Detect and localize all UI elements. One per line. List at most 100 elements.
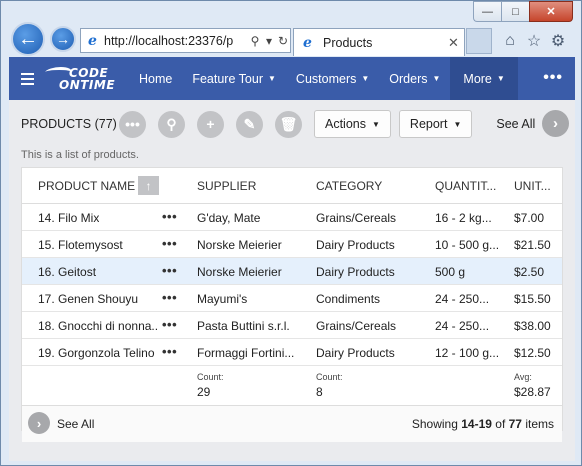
search-icon: ⚲	[166, 115, 177, 132]
maximize-button[interactable]: □	[501, 1, 529, 22]
cell-category: Grains/Cereals	[316, 211, 397, 225]
search-icon[interactable]: ⚲	[248, 34, 262, 48]
tab-close-icon[interactable]: ✕	[448, 35, 464, 51]
new-tab-button[interactable]	[466, 28, 492, 54]
nav-home[interactable]: Home	[129, 57, 182, 100]
nav-customers[interactable]: Customers ▼	[286, 57, 379, 100]
cell-quantity: 500 g	[435, 265, 466, 279]
report-button[interactable]: Report ▼	[398, 110, 473, 138]
chevron-down-icon: ▼	[453, 119, 462, 129]
add-button[interactable]: +	[197, 110, 224, 138]
table-row[interactable]: 18. Gnocchi di nonna... Pasta Buttini s.r…	[22, 312, 562, 339]
home-icon[interactable]: ⌂	[500, 31, 520, 51]
row-menu-icon[interactable]: •••	[162, 209, 177, 224]
browser-titlebar: — □ ✕ ← → e http://localhost:23376/p ⚲ ▾…	[1, 1, 581, 57]
row-menu-icon[interactable]: •••	[162, 290, 177, 305]
grid-footer: › See All Showing 14-19 of 77 items	[22, 406, 562, 442]
app-content: CODE ONTIME Home Feature Tour ▼ Customers…	[9, 57, 575, 461]
ellipsis-icon: •••	[125, 116, 140, 132]
view-selector[interactable]: PRODUCTS (77)▼	[21, 117, 128, 131]
refresh-icon[interactable]: ↻	[276, 34, 290, 48]
address-bar[interactable]: e http://localhost:23376/p ⚲ ▾ ↻	[80, 28, 291, 53]
table-row[interactable]: 19. Gorgonzola Telino Formaggi Fortini...…	[22, 339, 562, 366]
trash-icon: 🗑	[279, 115, 298, 132]
category-count-label: Count:	[316, 372, 343, 382]
row-menu-icon[interactable]: •••	[162, 263, 177, 278]
header-category[interactable]: CATEGORY	[316, 179, 382, 193]
chevron-down-icon: ▼	[432, 74, 441, 83]
cell-supplier: Pasta Buttini s.r.l.	[197, 319, 290, 333]
cell-unit-price: $38.00	[514, 319, 551, 333]
table-row[interactable]: 16. Geitost Norske Meierier Dairy Products…	[22, 258, 562, 285]
forward-button[interactable]: →	[50, 26, 76, 52]
header-product-name[interactable]: PRODUCT NAME	[38, 179, 135, 193]
chevron-down-icon: ▼	[361, 74, 370, 83]
chevron-right-icon[interactable]: ›	[542, 110, 569, 137]
address-text[interactable]: http://localhost:23376/p	[104, 34, 248, 48]
view-description: This is a list of products.	[21, 149, 139, 161]
cell-product-name: 19. Gorgonzola Telino	[38, 346, 155, 360]
dropdown-icon[interactable]: ▾	[262, 34, 276, 48]
overflow-menu-icon[interactable]: •••	[543, 69, 563, 87]
see-all-link[interactable]: See All	[496, 117, 535, 131]
tab-title: Products	[323, 35, 373, 50]
cell-product-name: 16. Geitost	[38, 265, 97, 279]
table-row[interactable]: 15. Flotemysost Norske Meierier Dairy Prod…	[22, 231, 562, 258]
header-unit-price[interactable]: UNIT...	[514, 179, 551, 193]
tab-ie-icon: e	[303, 34, 312, 51]
browser-window: — □ ✕ ← → e http://localhost:23376/p ⚲ ▾…	[0, 0, 582, 466]
cell-product-name: 18. Gnocchi di nonna...	[38, 319, 158, 333]
table-row[interactable]: 17. Genen Shouyu Mayumi's Condiments 24 - 2…	[22, 285, 562, 312]
cell-supplier: Formaggi Fortini...	[197, 346, 295, 360]
cell-category: Condiments	[316, 292, 381, 306]
cell-quantity: 24 - 250...	[435, 319, 490, 333]
chevron-down-icon: ▼	[372, 119, 380, 129]
grid-header: PRODUCT NAME ↑ SUPPLIER CATEGORY QUANTIT…	[22, 168, 562, 204]
see-all-footer-link[interactable]: See All	[57, 417, 94, 431]
top-navbar: CODE ONTIME Home Feature Tour ▼ Customers…	[9, 57, 575, 100]
cell-category: Grains/Cereals	[316, 319, 397, 333]
plus-icon: +	[206, 116, 215, 132]
aggregates-row: Count: 29 Count: 8 Avg: $28.87	[22, 366, 562, 406]
edit-button[interactable]: ✎	[236, 110, 263, 138]
header-supplier[interactable]: SUPPLIER	[197, 179, 256, 193]
cell-unit-price: $12.50	[514, 346, 551, 360]
cell-supplier: Norske Meierier	[197, 238, 282, 252]
nav-more[interactable]: More ▼	[450, 57, 518, 100]
cell-category: Dairy Products	[316, 238, 395, 252]
code-on-time-logo[interactable]: CODE ONTIME	[42, 57, 129, 100]
nav-orders[interactable]: Orders ▼	[379, 57, 450, 100]
pencil-icon: ✎	[243, 115, 256, 132]
sort-ascending-icon[interactable]: ↑	[138, 176, 159, 195]
delete-button[interactable]: 🗑	[275, 110, 302, 138]
cell-unit-price: $2.50	[514, 265, 545, 279]
unit-avg-value: $28.87	[514, 385, 551, 399]
more-options-button[interactable]: •••	[119, 110, 146, 138]
back-button[interactable]: ←	[11, 22, 45, 56]
chevron-right-icon[interactable]: ›	[28, 412, 50, 434]
browser-tab[interactable]: e Products ✕	[293, 28, 465, 56]
cell-product-name: 15. Flotemysost	[38, 238, 123, 252]
favorites-star-icon[interactable]: ☆	[524, 31, 544, 51]
cell-unit-price: $15.50	[514, 292, 551, 306]
cell-category: Dairy Products	[316, 346, 395, 360]
cell-supplier: Norske Meierier	[197, 265, 282, 279]
nav-feature-tour[interactable]: Feature Tour ▼	[182, 57, 286, 100]
chevron-down-icon: ▼	[268, 74, 276, 83]
hamburger-menu-icon[interactable]	[9, 57, 45, 100]
row-menu-icon[interactable]: •••	[162, 317, 177, 332]
search-button[interactable]: ⚲	[158, 110, 185, 138]
row-menu-icon[interactable]: •••	[162, 236, 177, 251]
cell-supplier: Mayumi's	[197, 292, 248, 306]
chevron-down-icon: ▼	[496, 74, 505, 83]
row-menu-icon[interactable]: •••	[162, 344, 177, 359]
category-count-value: 8	[316, 385, 323, 399]
ie-page-icon: e	[88, 32, 97, 49]
close-window-button[interactable]: ✕	[529, 1, 573, 22]
settings-gear-icon[interactable]: ⚙	[548, 31, 568, 51]
actions-button[interactable]: Actions ▼	[314, 110, 391, 138]
minimize-button[interactable]: —	[473, 1, 501, 22]
cell-product-name: 14. Filo Mix	[38, 211, 100, 225]
header-quantity[interactable]: QUANTIT...	[435, 179, 496, 193]
table-row[interactable]: 14. Filo Mix G'day, Mate Grains/Cereals 16 …	[22, 204, 562, 231]
